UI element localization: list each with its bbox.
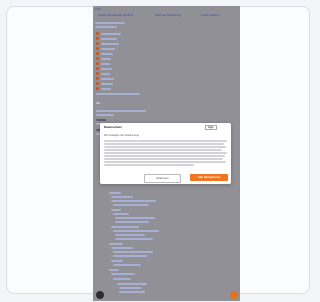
dialog-text-line	[104, 152, 227, 154]
dialog-text-line	[104, 158, 223, 160]
dialog-text-line	[104, 143, 224, 145]
dialog-text-line	[104, 164, 194, 166]
dialog-text-line	[104, 149, 222, 151]
decline-button[interactable]: Ablehnen	[144, 174, 181, 183]
chat-button[interactable]	[96, 291, 104, 299]
dialog-text-line	[104, 155, 225, 157]
dialog-text-line	[104, 140, 227, 142]
dialog-title: Datenschutz	[104, 125, 122, 129]
dialog-subtitle: Wir benötigen Ihre Zustimmung	[104, 134, 139, 137]
brand-logo: tipp	[205, 125, 217, 130]
dialog-text-line	[104, 161, 226, 163]
cookie-consent-dialog: Datenschutz tipp Wir benötigen Ihre Zust…	[100, 123, 231, 184]
accept-all-button[interactable]: Alle akzeptieren	[190, 174, 228, 181]
dialog-text-line	[104, 146, 226, 148]
scroll-top-button[interactable]	[230, 291, 238, 299]
